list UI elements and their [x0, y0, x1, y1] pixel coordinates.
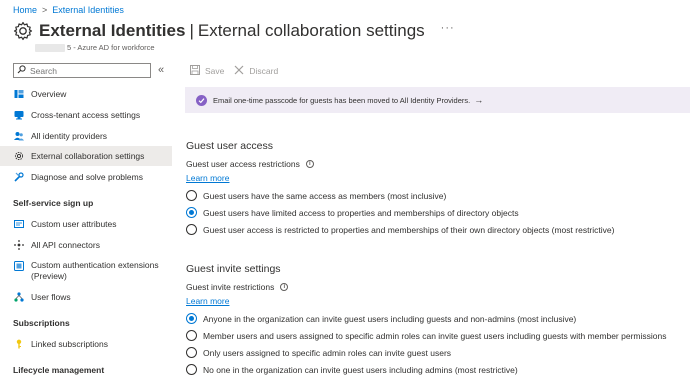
learn-more-link[interactable]: Learn more — [186, 296, 229, 306]
banner-text: Email one-time passcode for guests has b… — [213, 95, 471, 105]
radio-label: Member users and users assigned to speci… — [203, 330, 667, 341]
breadcrumb: Home > External Identities — [13, 5, 124, 15]
radio-button-selected[interactable] — [186, 313, 197, 324]
save-label: Save — [205, 66, 225, 76]
section-lifecycle-management: Lifecycle management — [13, 365, 105, 375]
flow-icon — [14, 292, 24, 302]
guest-access-option[interactable]: Guest users have the same access as memb… — [186, 190, 446, 201]
sidebar-item-label: User flows — [31, 292, 71, 302]
guest-invite-restrictions-label: Guest invite restrictions i — [186, 282, 289, 292]
field-label-text: Guest user access restrictions — [186, 159, 300, 169]
sidebar-item-label: Custom authentication extensions — [31, 260, 159, 270]
close-icon — [234, 65, 249, 77]
extension-icon — [14, 261, 24, 271]
check-badge-icon — [196, 94, 207, 106]
radio-label: Anyone in the organization can invite gu… — [203, 313, 577, 324]
breadcrumb-external-identities-link[interactable]: External Identities — [52, 5, 124, 15]
sidebar-item-overview[interactable]: Overview — [0, 84, 172, 104]
section-self-service-sign-up: Self-service sign up — [13, 198, 94, 208]
section-subscriptions: Subscriptions — [13, 318, 70, 328]
search-icon — [17, 65, 26, 76]
people-icon — [14, 131, 24, 141]
sidebar-item-label: Overview — [31, 89, 67, 99]
breadcrumb-separator: > — [42, 5, 48, 15]
page-title: External Identities — [39, 21, 186, 40]
key-icon — [14, 339, 24, 349]
radio-button[interactable] — [186, 224, 197, 235]
page-header: External Identities | External collabora… — [13, 21, 455, 41]
radio-label: Guest users have limited access to prope… — [203, 207, 519, 218]
info-banner[interactable]: Email one-time passcode for guests has b… — [185, 87, 690, 113]
radio-label: Guest users have the same access as memb… — [203, 190, 447, 201]
gear-icon — [13, 21, 33, 41]
sidebar-item-label: Cross-tenant access settings — [31, 110, 141, 120]
gear-icon — [14, 151, 24, 161]
guest-access-option[interactable]: Guest user access is restricted to prope… — [186, 224, 614, 235]
sidebar-item-custom-user-attributes[interactable]: Custom user attributes — [0, 214, 172, 234]
radio-button-selected[interactable] — [186, 207, 197, 218]
arrow-right-icon: → — [474, 95, 484, 105]
cross-tenant-icon — [14, 110, 24, 120]
sidebar-item-label: External collaboration settings — [31, 151, 145, 161]
sidebar-item-diagnose[interactable]: Diagnose and solve problems — [0, 167, 172, 187]
page-subtitle: External collaboration settings — [197, 21, 425, 40]
sidebar-item-external-collaboration[interactable]: External collaboration settings — [0, 146, 172, 166]
sidebar-item-label-group: Custom authentication extensions (Previe… — [31, 260, 159, 282]
sidebar-item-custom-auth-extensions[interactable]: Custom authentication extensions (Previe… — [0, 257, 172, 285]
sidebar-item-cross-tenant[interactable]: Cross-tenant access settings — [0, 105, 172, 125]
sidebar-search[interactable] — [13, 63, 151, 78]
info-icon[interactable]: i — [280, 283, 289, 291]
radio-label: No one in the organization can invite gu… — [203, 364, 518, 375]
discard-label: Discard — [249, 66, 279, 76]
radio-label: Only users assigned to specific admin ro… — [203, 347, 452, 358]
sidebar-item-linked-subscriptions[interactable]: Linked subscriptions — [0, 334, 172, 354]
guest-user-access-heading: Guest user access — [186, 140, 273, 152]
guest-invite-option[interactable]: No one in the organization can invite gu… — [186, 364, 518, 375]
tenant-label: 5 - Azure AD for workforce — [35, 43, 155, 52]
title-separator: | — [189, 21, 194, 40]
radio-label: Guest user access is restricted to prope… — [203, 224, 615, 235]
overview-icon — [14, 89, 24, 99]
sidebar-item-label: Custom user attributes — [31, 219, 117, 229]
tenant-suffix: 5 - Azure AD for workforce — [67, 43, 155, 52]
field-label-text: Guest invite restrictions — [186, 282, 275, 292]
save-icon — [190, 65, 205, 77]
learn-more-link[interactable]: Learn more — [186, 173, 229, 183]
radio-button[interactable] — [186, 347, 197, 358]
sidebar-item-label: All identity providers — [31, 131, 108, 141]
more-options-button[interactable]: ··· — [441, 22, 455, 34]
search-input[interactable] — [30, 65, 140, 76]
guest-access-option[interactable]: Guest users have limited access to prope… — [186, 207, 519, 218]
sidebar-item-api-connectors[interactable]: All API connectors — [0, 235, 172, 255]
attributes-icon — [14, 219, 24, 229]
save-button[interactable]: Save — [190, 65, 224, 77]
sidebar-item-label-suffix: (Preview) — [31, 271, 67, 281]
guest-invite-settings-heading: Guest invite settings — [186, 263, 281, 275]
command-bar: Save Discard — [190, 65, 288, 77]
wrench-icon — [14, 172, 24, 182]
guest-invite-option[interactable]: Anyone in the organization can invite gu… — [186, 313, 576, 324]
collapse-sidebar-button[interactable]: « — [158, 64, 164, 76]
guest-access-restrictions-label: Guest user access restrictions i — [186, 159, 314, 169]
sidebar-item-identity-providers[interactable]: All identity providers — [0, 126, 172, 146]
breadcrumb-home-link[interactable]: Home — [13, 5, 37, 15]
guest-invite-option[interactable]: Only users assigned to specific admin ro… — [186, 347, 451, 358]
guest-invite-option[interactable]: Member users and users assigned to speci… — [186, 330, 666, 341]
sidebar-item-user-flows[interactable]: User flows — [0, 287, 172, 307]
radio-button[interactable] — [186, 190, 197, 201]
sidebar-item-label: Linked subscriptions — [31, 339, 109, 349]
sidebar-item-label: Diagnose and solve problems — [31, 172, 143, 182]
redacted-tenant-name — [35, 43, 65, 52]
radio-button[interactable] — [186, 364, 197, 375]
discard-button[interactable]: Discard — [234, 65, 278, 77]
radio-button[interactable] — [186, 330, 197, 341]
connector-icon — [14, 240, 24, 250]
info-icon[interactable]: i — [305, 160, 314, 168]
sidebar-item-label: All API connectors — [31, 240, 100, 250]
